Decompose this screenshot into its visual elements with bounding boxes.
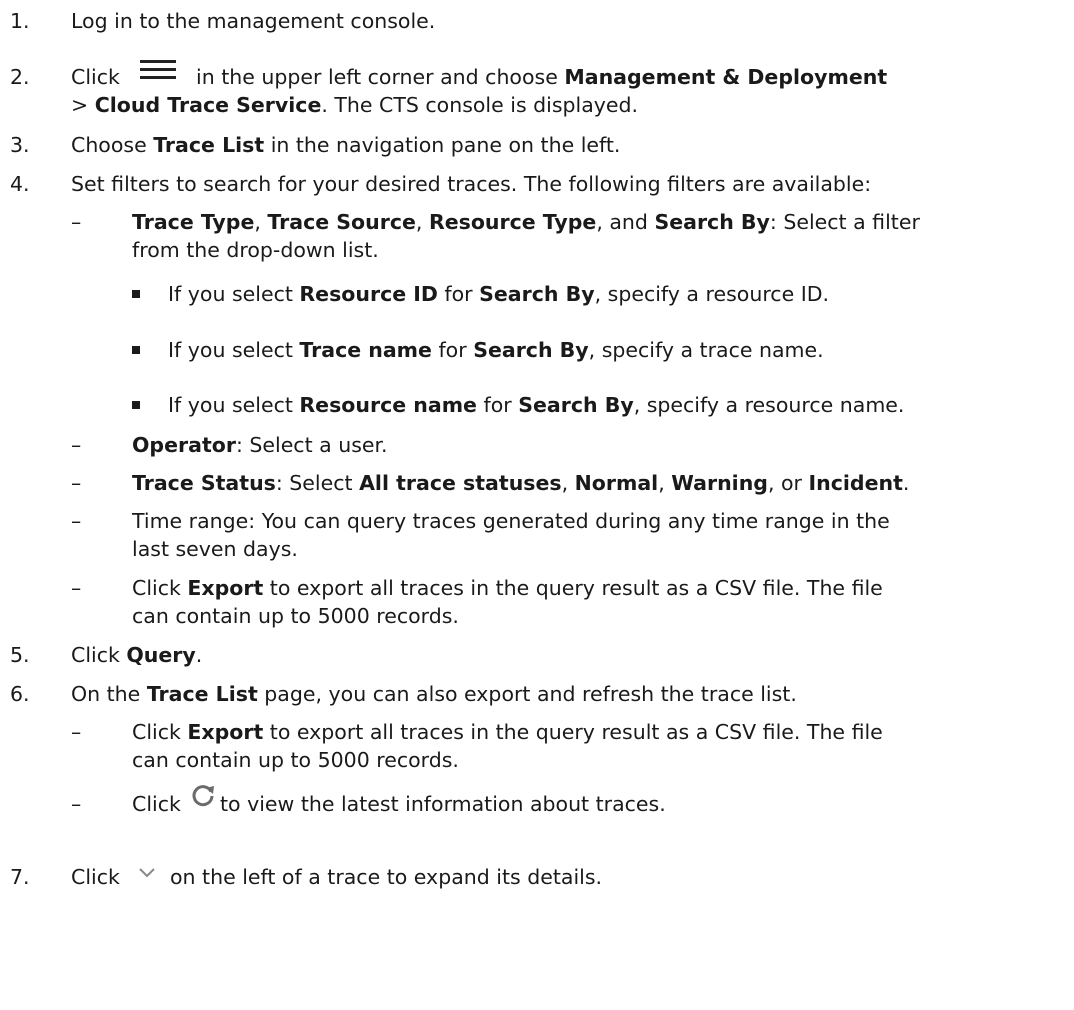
dash-marker: – xyxy=(71,210,82,234)
menu-icon xyxy=(140,60,176,80)
filter-type-source-line2: from the drop-down list. xyxy=(132,238,379,262)
step-number: 1. xyxy=(10,9,30,33)
step-text: Set filters to search for your desired t… xyxy=(71,172,872,196)
chevron-down-icon xyxy=(139,868,155,878)
step-2-text-line2: > Cloud Trace Service. The CTS console i… xyxy=(71,93,639,117)
bullet-square xyxy=(132,401,140,409)
step-text: Log in to the management console. xyxy=(71,9,436,33)
search-by-resource-id: If you select Resource ID for Search By,… xyxy=(168,282,830,306)
step-number: 3. xyxy=(10,133,30,157)
search-by-resource-name: If you select Resource name for Search B… xyxy=(168,393,905,417)
filter-export-line2: can contain up to 5000 records. xyxy=(132,604,459,628)
step-7-text: on the left of a trace to expand its det… xyxy=(170,865,603,889)
step-number: 2. xyxy=(10,65,30,89)
step-click-label: Click xyxy=(71,65,120,89)
step-6-refresh-text: to view the latest information about tra… xyxy=(220,792,666,816)
search-by-trace-name: If you select Trace name for Search By, … xyxy=(168,338,824,362)
filter-time-range-line2: last seven days. xyxy=(132,537,298,561)
step-2-text: in the upper left corner and choose Mana… xyxy=(196,65,888,89)
step-number: 7. xyxy=(10,865,30,889)
refresh-icon xyxy=(192,785,214,807)
step-text: Choose Trace List in the navigation pane… xyxy=(71,133,621,157)
step-number: 4. xyxy=(10,172,30,196)
step-number: 5. xyxy=(10,643,30,667)
bold-term: Management & Deployment xyxy=(564,65,888,89)
bold-term: Cloud Trace Service xyxy=(94,93,322,117)
step-6-export-line2: can contain up to 5000 records. xyxy=(132,748,459,772)
bullet-square xyxy=(132,290,140,298)
bullet-square xyxy=(132,346,140,354)
step-number: 6. xyxy=(10,682,30,706)
